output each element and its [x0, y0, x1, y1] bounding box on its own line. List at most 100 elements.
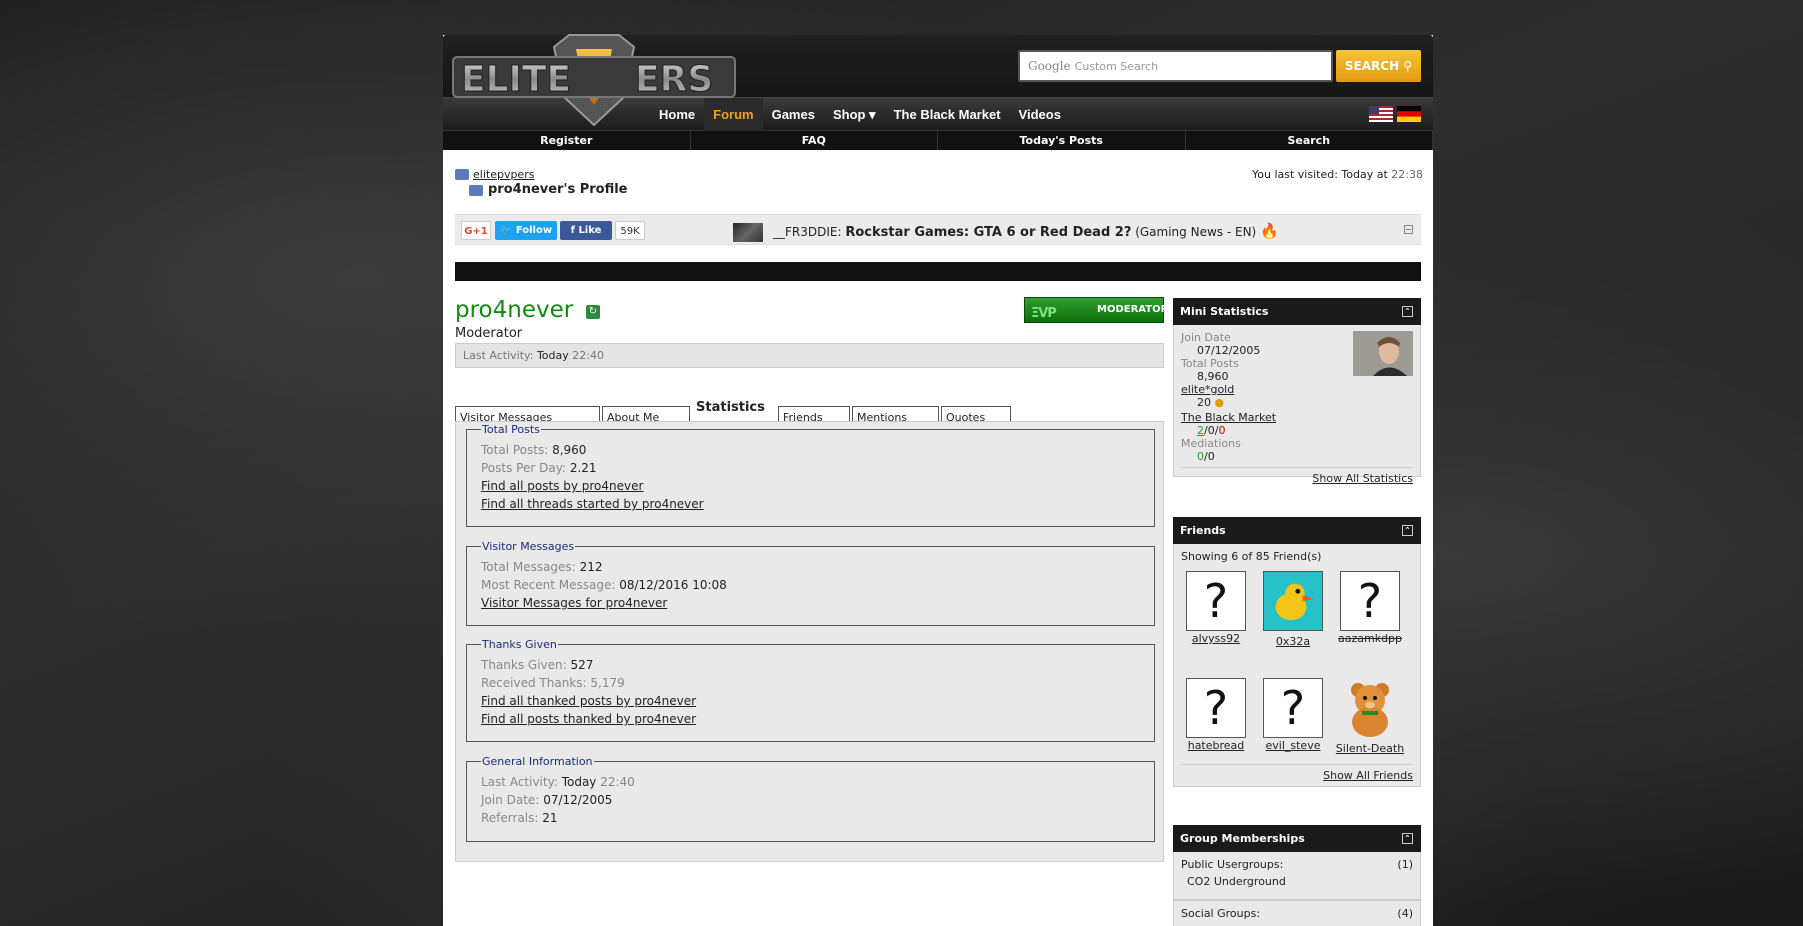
- subnav-item-today-s-posts[interactable]: Today's Posts: [938, 131, 1186, 150]
- black-market-positive[interactable]: 2: [1197, 424, 1204, 437]
- total-posts-section: Total Posts Total Posts: 8,960 Posts Per…: [466, 423, 1155, 527]
- visitor-messages-link[interactable]: Visitor Messages for pro4never: [481, 594, 1140, 612]
- posts-thanked-link[interactable]: Find all posts thanked by pro4never: [481, 710, 1140, 728]
- default-avatar-icon: ?: [1186, 571, 1246, 631]
- svg-text:ERS: ERS: [635, 59, 713, 100]
- friend-name[interactable]: evil_steve: [1258, 739, 1328, 752]
- breadcrumb-current: pro4never's Profile: [455, 182, 628, 197]
- news-title[interactable]: Rockstar Games: GTA 6 or Red Dead 2?: [845, 225, 1131, 240]
- friend-item[interactable]: Silent-Death: [1335, 678, 1405, 755]
- thanks-legend: Thanks Given: [482, 638, 557, 651]
- user-avatar[interactable]: [1353, 331, 1413, 376]
- breadcrumb: elitepvpers pro4never's Profile: [455, 168, 628, 197]
- mini-statistics-title: Mini Statistics: [1180, 305, 1269, 318]
- subnav-item-register[interactable]: Register: [443, 131, 691, 150]
- search-input[interactable]: Google Custom Search: [1018, 50, 1333, 82]
- subnav-item-faq[interactable]: FAQ: [691, 131, 938, 150]
- us-flag-icon[interactable]: [1369, 106, 1393, 122]
- google-label: Google: [1028, 59, 1071, 73]
- show-all-statistics-link[interactable]: Show All Statistics: [1312, 472, 1413, 485]
- badge-logo-icon: ΞVP: [1031, 306, 1057, 321]
- moderator-badge: ΞVP MODERATOR: [1024, 297, 1168, 323]
- social-groups-label: Social Groups:: [1181, 907, 1261, 920]
- elite-gold-amount: 20: [1197, 396, 1211, 409]
- groups-title: Group Memberships: [1180, 832, 1305, 845]
- join-date-label: Join Date:: [481, 793, 540, 807]
- find-posts-link[interactable]: Find all posts by pro4never: [481, 477, 1140, 495]
- show-all-friends-link[interactable]: Show All Friends: [1323, 769, 1413, 782]
- last-visited-day: Today at: [1341, 168, 1388, 181]
- collapse-icon[interactable]: ⌃: [1402, 833, 1413, 844]
- collapse-icon[interactable]: ⌃: [1402, 306, 1413, 317]
- visitor-messages-legend: Visitor Messages: [482, 540, 575, 553]
- last-activity-day: Today: [536, 349, 569, 362]
- total-messages-row: Total Messages: 212: [481, 558, 1140, 576]
- news-section: (Gaming News - EN): [1135, 225, 1257, 239]
- black-market-neutral: 0: [1207, 424, 1215, 437]
- general-activity-row: Last Activity: Today 22:40: [481, 773, 1140, 791]
- breadcrumb-root[interactable]: elitepvpers: [455, 168, 628, 181]
- google-plus-button[interactable]: G+1: [461, 221, 491, 240]
- social-groups: Social Groups: (4): [1173, 900, 1421, 926]
- like-count: 59K: [615, 221, 645, 240]
- nav-item-the-black-market[interactable]: The Black Market: [885, 98, 1010, 131]
- friend-item[interactable]: 0x32a: [1258, 571, 1328, 648]
- thanks-section: Thanks Given Thanks Given: 527 Received …: [466, 638, 1155, 742]
- general-info-legend: General Information: [482, 755, 593, 768]
- twitter-icon: 🐦: [499, 225, 513, 236]
- friend-name[interactable]: alvyss92: [1181, 632, 1251, 645]
- twitter-follow-button[interactable]: 🐦 Follow: [495, 221, 557, 240]
- de-flag-icon[interactable]: [1397, 106, 1421, 122]
- find-threads-link[interactable]: Find all threads started by pro4never: [481, 495, 1140, 513]
- referrals-value: 21: [542, 811, 558, 825]
- site-header: ELITE ERS Google Custom Search SEARCH ⚲: [443, 34, 1433, 127]
- nav-item-games[interactable]: Games: [763, 98, 824, 131]
- mediations-positive: 0: [1197, 450, 1204, 463]
- general-info-section: General Information Last Activity: Today…: [466, 755, 1155, 842]
- general-activity-day: Today: [561, 775, 597, 789]
- collapse-icon[interactable]: −: [1404, 225, 1413, 234]
- social-groups-row: Social Groups: (4): [1181, 907, 1413, 920]
- profile-role: Moderator: [455, 326, 523, 341]
- search-button[interactable]: SEARCH ⚲: [1336, 50, 1421, 82]
- thanks-given-value: 527: [570, 658, 594, 672]
- visitor-messages-section: Visitor Messages Total Messages: 212 Mos…: [466, 540, 1155, 626]
- friend-item[interactable]: ? hatebread: [1181, 678, 1251, 752]
- default-avatar-icon: ?: [1186, 678, 1246, 738]
- elite-gold-link[interactable]: elite*gold: [1181, 383, 1413, 396]
- thanks-given-label: Thanks Given:: [481, 658, 567, 672]
- black-market-link[interactable]: The Black Market: [1181, 411, 1413, 424]
- friend-avatar: [1351, 683, 1389, 737]
- friend-name[interactable]: Silent-Death: [1335, 742, 1405, 755]
- public-group-item[interactable]: CO2 Underground: [1181, 875, 1413, 888]
- mediations-label: Mediations: [1181, 437, 1241, 450]
- public-groups-row: Public Usergroups: (1): [1181, 858, 1413, 871]
- mini-statistics-header: Mini Statistics ⌃: [1173, 298, 1421, 325]
- black-banner: [455, 262, 1421, 281]
- collapse-icon[interactable]: ⌃: [1402, 525, 1413, 536]
- friend-item[interactable]: ? evil_steve: [1258, 678, 1328, 752]
- black-market-value: 2/0/0: [1197, 424, 1226, 437]
- subnav-item-search[interactable]: Search: [1186, 131, 1433, 150]
- posts-per-day-row: Posts Per Day: 2.21: [481, 459, 1140, 477]
- friend-item[interactable]: ? aazamkdpp: [1335, 571, 1405, 645]
- breadcrumb-current-label: pro4never's Profile: [488, 182, 628, 197]
- last-activity-bar: Last Activity: Today 22:40: [455, 343, 1164, 368]
- public-groups: Public Usergroups: (1) CO2 Underground: [1173, 852, 1421, 900]
- news-ticker[interactable]: __FR3DDIE: Rockstar Games: GTA 6 or Red …: [733, 222, 1279, 242]
- total-posts-row: Total Posts: 8,960: [481, 441, 1140, 459]
- public-groups-count: (1): [1397, 858, 1413, 871]
- elitepvpers-logo[interactable]: ELITE ERS: [449, 27, 739, 127]
- nav-item-shop[interactable]: Shop ▾: [824, 98, 885, 131]
- friend-name[interactable]: hatebread: [1181, 739, 1251, 752]
- elite-gold-value: 20 ●: [1181, 396, 1413, 409]
- coin-icon: ●: [1214, 396, 1225, 409]
- friend-item[interactable]: ? alvyss92: [1181, 571, 1251, 645]
- friend-name[interactable]: aazamkdpp: [1335, 632, 1405, 645]
- nav-item-videos[interactable]: Videos: [1010, 98, 1070, 131]
- facebook-like-button[interactable]: f Like: [560, 221, 612, 240]
- thanked-posts-link[interactable]: Find all thanked posts by pro4never: [481, 692, 1140, 710]
- total-posts-legend: Total Posts: [482, 423, 540, 436]
- friend-name[interactable]: 0x32a: [1258, 635, 1328, 648]
- recent-message-row: Most Recent Message: 08/12/2016 10:08: [481, 576, 1140, 594]
